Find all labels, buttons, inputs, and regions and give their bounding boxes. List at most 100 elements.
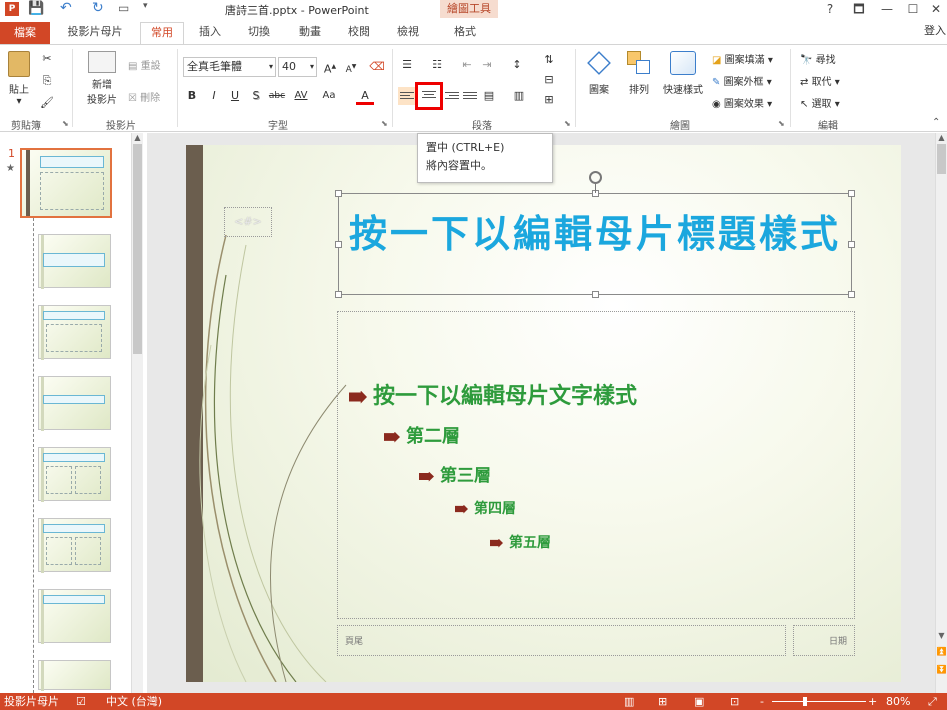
center-align-button[interactable] bbox=[415, 82, 443, 110]
underline-button[interactable]: U bbox=[226, 87, 244, 105]
layout-thumbnail[interactable] bbox=[38, 447, 111, 502]
shape-effects-button[interactable]: ◉ 圖案效果 ▾ bbox=[712, 95, 772, 110]
clear-format-icon[interactable]: ⌫ bbox=[368, 58, 386, 76]
footer-placeholder[interactable]: 頁尾 bbox=[337, 625, 786, 656]
distributed-icon[interactable]: ▤ bbox=[480, 87, 498, 105]
help-button[interactable]: ? bbox=[818, 0, 842, 18]
font-name-select[interactable]: 全真毛筆體 ▾ bbox=[183, 57, 276, 77]
rotate-handle-icon[interactable] bbox=[589, 171, 602, 184]
redo-icon[interactable]: ↻ bbox=[92, 0, 104, 16]
tab-insert[interactable]: 插入 bbox=[192, 24, 228, 44]
layout-thumbnail[interactable] bbox=[38, 376, 111, 431]
tab-slide-master[interactable]: 投影片母片 bbox=[62, 24, 128, 44]
body-placeholder[interactable] bbox=[337, 311, 855, 619]
arrange-button[interactable]: 排列 bbox=[622, 51, 656, 96]
fit-slide-icon[interactable]: ⤢ bbox=[928, 693, 937, 710]
quick-styles-button[interactable]: 快速樣式 bbox=[660, 51, 706, 96]
delete-button[interactable]: ☒ 刪除 bbox=[128, 89, 160, 104]
undo-icon[interactable]: ↶ bbox=[60, 0, 72, 16]
paste-button[interactable]: 貼上 ▾ bbox=[4, 51, 34, 107]
reading-view-icon[interactable]: ▣ bbox=[694, 693, 704, 710]
smartart-icon[interactable]: ⊞ bbox=[540, 91, 558, 109]
prev-slide-icon[interactable]: ⏫ bbox=[936, 647, 947, 656]
zoom-slider-track[interactable] bbox=[772, 701, 866, 702]
zoom-level[interactable]: 80% bbox=[886, 693, 910, 710]
justify-button[interactable] bbox=[462, 89, 478, 105]
normal-view-icon[interactable]: ▥ bbox=[624, 693, 634, 710]
font-color-button[interactable]: A bbox=[356, 87, 374, 105]
decrease-indent-icon[interactable]: ⇤ bbox=[458, 56, 476, 74]
bold-button[interactable]: B bbox=[183, 87, 201, 105]
char-spacing-button[interactable]: AV bbox=[290, 87, 312, 105]
reset-button[interactable]: ▤ 重設 bbox=[128, 57, 161, 72]
collapse-ribbon-icon[interactable]: ⌃ bbox=[932, 117, 940, 128]
shapes-button[interactable]: 圖案 bbox=[582, 51, 616, 96]
shadow-button[interactable]: S bbox=[247, 87, 265, 105]
tab-view[interactable]: 檢視 bbox=[390, 24, 426, 44]
tab-home[interactable]: 常用 bbox=[140, 22, 184, 44]
shape-fill-button[interactable]: ◪ 圖案填滿 ▾ bbox=[712, 51, 773, 66]
user-signin[interactable]: 登入 bbox=[924, 22, 946, 38]
pane-scrollbar[interactable]: ▲ bbox=[131, 133, 143, 693]
shrink-font-icon[interactable]: A▼ bbox=[342, 58, 360, 76]
dialog-launcher-icon[interactable]: ⬊ bbox=[564, 119, 571, 128]
spelling-icon[interactable]: ☑ bbox=[76, 693, 86, 710]
next-slide-icon[interactable]: ⏬ bbox=[936, 665, 947, 674]
font-size-select[interactable]: 40 ▾ bbox=[278, 57, 317, 77]
align-text-icon[interactable]: ⊟ bbox=[540, 71, 558, 89]
align-left-button[interactable] bbox=[398, 87, 416, 105]
dialog-launcher-icon[interactable]: ⬊ bbox=[381, 119, 388, 128]
scroll-up-icon[interactable]: ▲ bbox=[132, 133, 143, 142]
slideshow-view-icon[interactable]: ⊡ bbox=[730, 693, 739, 710]
master-thumbnail[interactable] bbox=[20, 148, 112, 218]
scroll-thumb[interactable] bbox=[133, 144, 142, 354]
tab-review[interactable]: 校閱 bbox=[341, 24, 377, 44]
cut-icon[interactable]: ✂ bbox=[38, 50, 56, 68]
change-case-button[interactable]: Aa bbox=[318, 87, 340, 105]
shape-outline-button[interactable]: ✎ 圖案外框 ▾ bbox=[712, 73, 772, 88]
tab-transitions[interactable]: 切換 bbox=[241, 24, 277, 44]
text-direction-icon[interactable]: ⇅ bbox=[540, 51, 558, 69]
select-button[interactable]: ↖ 選取 ▾ bbox=[800, 95, 840, 110]
tab-format[interactable]: 格式 bbox=[447, 24, 483, 44]
find-button[interactable]: 🔭 尋找 bbox=[800, 51, 836, 66]
save-icon[interactable]: 💾 bbox=[28, 1, 44, 16]
align-right-button[interactable] bbox=[444, 89, 460, 105]
slide-sorter-icon[interactable]: ⊞ bbox=[658, 693, 667, 710]
tab-file[interactable]: 檔案 bbox=[0, 22, 50, 44]
format-painter-icon[interactable]: 🖌 bbox=[38, 94, 56, 112]
zoom-out-button[interactable]: - bbox=[760, 693, 764, 710]
bullets-icon[interactable]: ☰ bbox=[398, 56, 416, 74]
columns-icon[interactable]: ▥ bbox=[510, 87, 528, 105]
maximize-button[interactable]: ☐ bbox=[901, 0, 925, 18]
scroll-up-icon[interactable]: ▲ bbox=[936, 133, 947, 142]
new-slide-button[interactable]: 新增 投影片 bbox=[80, 51, 124, 106]
zoom-slider-thumb[interactable] bbox=[803, 697, 807, 706]
canvas-scrollbar[interactable]: ▲ ▼ ⏫ ⏬ bbox=[935, 133, 947, 693]
copy-icon[interactable]: ⎘ bbox=[38, 72, 56, 90]
replace-button[interactable]: ⇄ 取代 ▾ bbox=[800, 73, 840, 88]
slide-number-placeholder[interactable]: <#> bbox=[224, 207, 272, 237]
scroll-down-icon[interactable]: ▼ bbox=[936, 631, 947, 640]
strikethrough-button[interactable]: abc bbox=[266, 87, 288, 105]
layout-thumbnail[interactable] bbox=[38, 234, 111, 289]
tab-animations[interactable]: 動畫 bbox=[292, 24, 328, 44]
qat-more-icon[interactable]: ▾ bbox=[143, 1, 148, 11]
layout-thumbnail[interactable] bbox=[38, 589, 111, 644]
language-label[interactable]: 中文 (台灣) bbox=[106, 693, 162, 710]
minimize-button[interactable]: — bbox=[875, 0, 899, 18]
numbering-icon[interactable]: ☷ bbox=[428, 56, 446, 74]
increase-indent-icon[interactable]: ⇥ bbox=[478, 56, 496, 74]
ribbon-display-button[interactable]: 🗖 bbox=[847, 0, 871, 18]
close-button[interactable]: ✕ bbox=[924, 0, 947, 18]
italic-button[interactable]: I bbox=[205, 87, 223, 105]
zoom-in-button[interactable]: + bbox=[868, 693, 877, 710]
dialog-launcher-icon[interactable]: ⬊ bbox=[778, 119, 785, 128]
grow-font-icon[interactable]: A▲ bbox=[321, 58, 339, 76]
dialog-launcher-icon[interactable]: ⬊ bbox=[62, 119, 69, 128]
scroll-thumb[interactable] bbox=[937, 144, 946, 174]
line-spacing-icon[interactable]: ↕ bbox=[508, 56, 526, 74]
slideshow-icon[interactable]: ▭ bbox=[118, 1, 129, 15]
layout-thumbnail[interactable] bbox=[38, 660, 111, 691]
layout-thumbnail[interactable] bbox=[38, 518, 111, 573]
